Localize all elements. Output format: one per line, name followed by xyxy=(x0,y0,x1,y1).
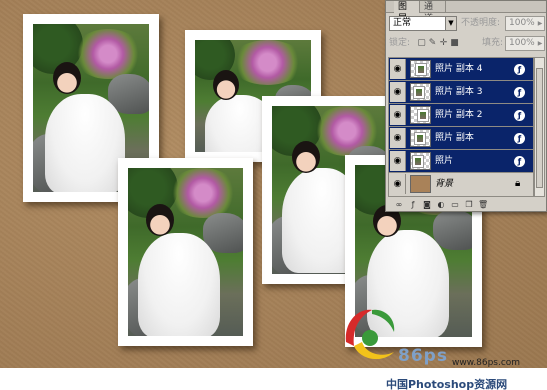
layer-list-scrollbar[interactable] xyxy=(534,57,545,197)
layer-list: ◉ 照片 副本 4 ƒ ◉ 照片 副本 3 ƒ ◉ 照片 副本 2 ƒ ◉ 照片… xyxy=(388,57,534,197)
layer-row[interactable]: ◉ 照片 副本 2 ƒ xyxy=(389,104,533,127)
blend-mode-value: 正常 xyxy=(393,18,412,28)
opacity-field[interactable]: 100% ▶ xyxy=(505,16,545,31)
lock-all-icon[interactable]: ■ xyxy=(450,38,459,48)
layer-row-background[interactable]: ◉ 背景 🔒︎ xyxy=(389,173,533,196)
layer-style-icon[interactable]: ƒ xyxy=(408,200,418,210)
lock-transparency-icon[interactable]: ▢ xyxy=(417,38,426,48)
layer-name: 照片 副本 3 xyxy=(435,87,483,97)
chevron-down-icon: ▼ xyxy=(445,17,456,30)
add-mask-icon[interactable]: ◙ xyxy=(422,200,432,210)
fill-label: 填充: xyxy=(482,38,504,48)
photo-image-4 xyxy=(128,168,243,336)
scrollbar-thumb[interactable] xyxy=(536,68,543,188)
layer-row[interactable]: ◉ 照片 ƒ xyxy=(389,150,533,173)
eye-icon[interactable]: ◉ xyxy=(390,151,406,171)
lock-move-icon[interactable]: ✛ xyxy=(439,38,448,48)
blend-mode-select[interactable]: 正常 ▼ xyxy=(389,16,457,31)
layer-thumbnail xyxy=(410,60,431,78)
eye-icon[interactable]: ◉ xyxy=(390,105,406,125)
eye-icon[interactable]: ◉ xyxy=(390,82,406,102)
fill-value: 100% xyxy=(509,38,535,48)
tab-layers[interactable]: 图层 xyxy=(394,1,420,24)
chevron-right-icon: ▶ xyxy=(537,40,543,47)
opacity-label: 不透明度: xyxy=(461,18,501,28)
new-group-icon[interactable]: ▭ xyxy=(450,200,460,210)
adjustment-layer-icon[interactable]: ◐ xyxy=(436,200,446,210)
tab-channels[interactable]: 通道 xyxy=(420,1,446,24)
watermark-site-name: 中国Photoshop资源网 xyxy=(386,378,508,390)
opacity-value: 100% xyxy=(509,18,535,28)
watermark-number: 86ps xyxy=(398,346,448,366)
link-layers-icon[interactable]: ∞ xyxy=(394,200,404,210)
photo-card-4[interactable] xyxy=(118,158,253,346)
blend-row: 正常 ▼ 不透明度: 100% ▶ xyxy=(389,16,545,32)
layer-effects-icon[interactable]: ƒ xyxy=(514,87,525,98)
eye-icon[interactable]: ◉ xyxy=(390,128,406,148)
layer-effects-icon[interactable]: ƒ xyxy=(514,64,525,75)
layer-row[interactable]: ◉ 照片 副本 3 ƒ xyxy=(389,81,533,104)
fill-field[interactable]: 100% ▶ xyxy=(505,36,545,51)
layer-row[interactable]: ◉ 照片 副本 4 ƒ xyxy=(389,58,533,81)
layer-thumbnail xyxy=(410,83,431,101)
panel-bottom-toolbar: ∞ ƒ ◙ ◐ ▭ ❐ 🗑︎ xyxy=(388,199,544,211)
layer-row[interactable]: ◉ 照片 副本 ƒ xyxy=(389,127,533,150)
eye-icon[interactable]: ◉ xyxy=(390,59,406,79)
lock-row: 锁定: ▢ ✎ ✛ ■ 填充: 100% ▶ xyxy=(389,36,545,52)
layer-name: 照片 xyxy=(435,156,454,166)
layer-name: 照片 副本 xyxy=(435,133,474,143)
layers-panel: 图层 通道 正常 ▼ 不透明度: 100% ▶ 锁定: ▢ ✎ ✛ ■ 填充: … xyxy=(385,0,547,212)
layer-thumbnail xyxy=(410,106,431,124)
layer-name: 背景 xyxy=(435,179,454,189)
layer-name: 照片 副本 4 xyxy=(435,64,483,74)
layer-thumbnail xyxy=(410,175,431,193)
layer-effects-icon[interactable]: ƒ xyxy=(514,133,525,144)
layer-effects-icon[interactable]: ƒ xyxy=(514,156,525,167)
lock-label: 锁定: xyxy=(389,38,411,48)
layer-thumbnail xyxy=(410,152,431,170)
lock-paint-icon[interactable]: ✎ xyxy=(428,38,437,48)
layer-name: 照片 副本 2 xyxy=(435,110,483,120)
lock-icon: 🔒︎ xyxy=(515,178,521,189)
layer-effects-icon[interactable]: ƒ xyxy=(514,110,525,121)
eye-icon[interactable]: ◉ xyxy=(390,174,406,194)
watermark-url[interactable]: www.86ps.com xyxy=(452,358,520,368)
trash-icon[interactable]: 🗑︎ xyxy=(478,200,488,210)
new-layer-icon[interactable]: ❐ xyxy=(464,200,474,210)
chevron-right-icon: ▶ xyxy=(537,20,543,27)
panel-tab-bar: 图层 通道 xyxy=(386,1,546,24)
layer-thumbnail xyxy=(410,129,431,147)
